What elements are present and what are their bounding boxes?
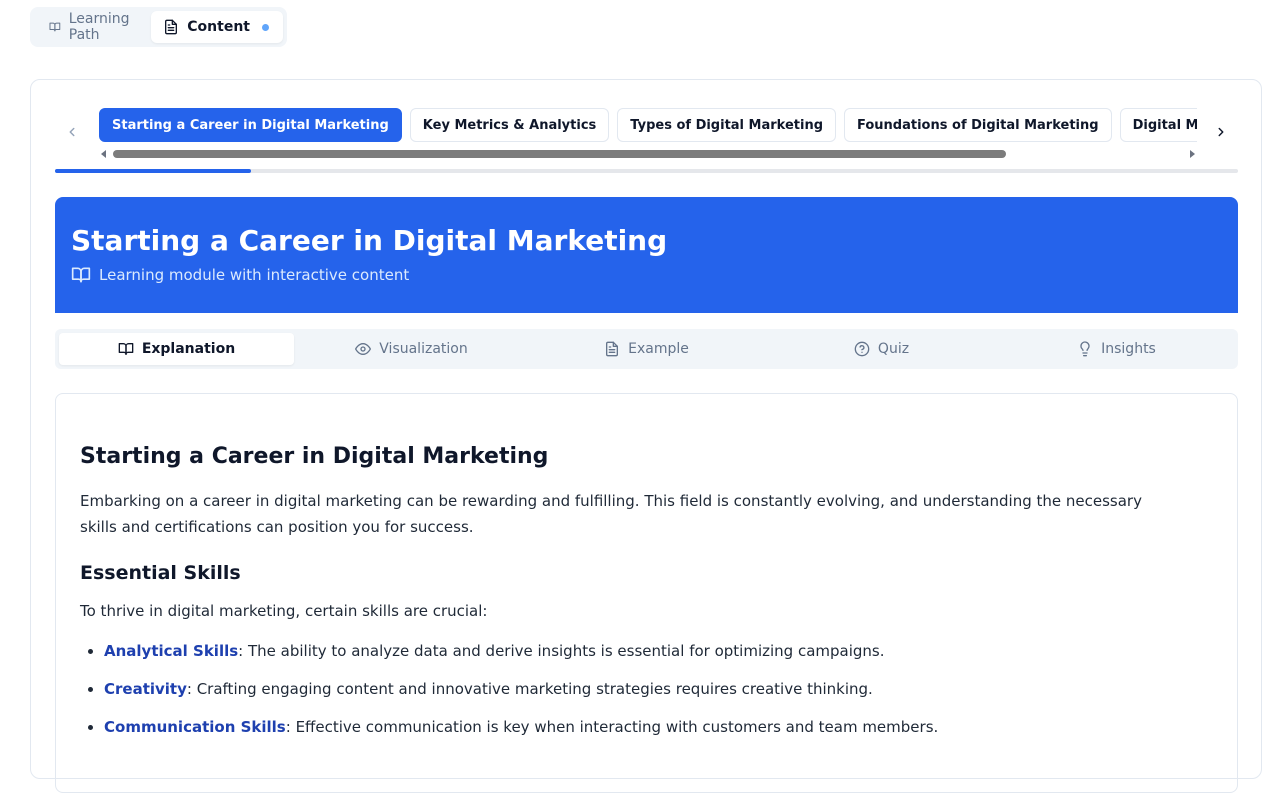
skill-term: Communication Skills [104,718,286,736]
progress-fill [55,169,252,173]
tab-label: Learning Path [68,11,130,43]
module-subtitle: Learning module with interactive content [71,265,1222,285]
book-open-icon [71,267,91,283]
tab-content[interactable]: Content [151,11,283,43]
tab-quiz[interactable]: Quiz [764,333,999,365]
lightbulb-icon [1080,341,1090,357]
tab-label: Insights [1101,341,1156,357]
module-subtitle-text: Learning module with interactive content [99,266,410,284]
tab-visualization[interactable]: Visualization [294,333,529,365]
scrollbar-thumb[interactable] [113,150,1006,158]
help-circle-icon [854,341,870,357]
explanation-panel: Starting a Career in Digital Marketing E… [55,393,1238,793]
tab-example[interactable]: Example [529,333,764,365]
tab-label: Visualization [379,341,468,357]
list-item: Analytical Skills: The ability to analyz… [104,638,1213,664]
chevron-left-icon [69,127,75,137]
skill-term: Analytical Skills [104,642,239,660]
section-tabs: Explanation Visualization Example Quiz I… [55,329,1238,369]
file-text-icon [165,19,178,35]
book-open-icon [118,343,134,355]
tab-label: Content [187,19,250,35]
module-title: Starting a Career in Digital Marketing [71,224,668,257]
tab-label: Quiz [877,341,910,357]
skill-description: : Effective communication is key when in… [285,718,939,736]
tab-explanation[interactable]: Explanation [59,333,294,365]
content-heading: Starting a Career in Digital Marketing [80,444,549,469]
skill-description: : The ability to analyze data and derive… [238,642,885,660]
content-card: Starting a Career in Digital Marketing K… [30,79,1262,793]
topic-carousel: Starting a Career in Digital Marketing K… [99,108,1197,142]
list-item: Communication Skills: Effective communic… [104,714,1213,740]
tab-learning-path[interactable]: Learning Path [34,11,151,43]
topic-overview[interactable]: Digital Marketing Overview [1119,108,1197,142]
skills-intro: To thrive in digital marketing, certain … [80,602,488,620]
topic-starting-career[interactable]: Starting a Career in Digital Marketing [99,108,402,142]
topic-types[interactable]: Types of Digital Marketing [617,108,837,142]
scroll-right-button[interactable] [1209,120,1233,144]
file-text-icon [606,341,619,357]
scroll-left-button[interactable] [60,120,84,144]
tab-label: Example [628,341,689,357]
horizontal-scrollbar[interactable] [99,147,1197,161]
module-header: Starting a Career in Digital Marketing L… [55,197,1238,313]
skills-heading: Essential Skills [80,562,241,584]
skills-list: Analytical Skills: The ability to analyz… [80,638,1213,740]
intro-paragraph: Embarking on a career in digital marketi… [80,492,1142,536]
topic-foundations[interactable]: Foundations of Digital Marketing [844,108,1112,142]
eye-icon [355,343,372,355]
tab-insights[interactable]: Insights [999,333,1234,365]
list-item: Creativity: Crafting engaging content an… [104,676,1213,702]
progress-bar [55,169,1238,173]
book-open-icon [49,22,61,32]
active-indicator-dot [262,23,269,31]
chevron-right-icon [1218,127,1224,137]
scrollbar-left-arrow[interactable] [101,150,106,158]
scrollbar-right-arrow[interactable] [1190,150,1195,158]
topic-key-metrics[interactable]: Key Metrics & Analytics [409,108,610,142]
view-switcher: Learning Path Content [30,7,287,47]
tab-label: Explanation [141,341,236,357]
skill-term: Creativity [104,680,187,698]
skill-description: : Crafting engaging content and innovati… [186,680,873,698]
